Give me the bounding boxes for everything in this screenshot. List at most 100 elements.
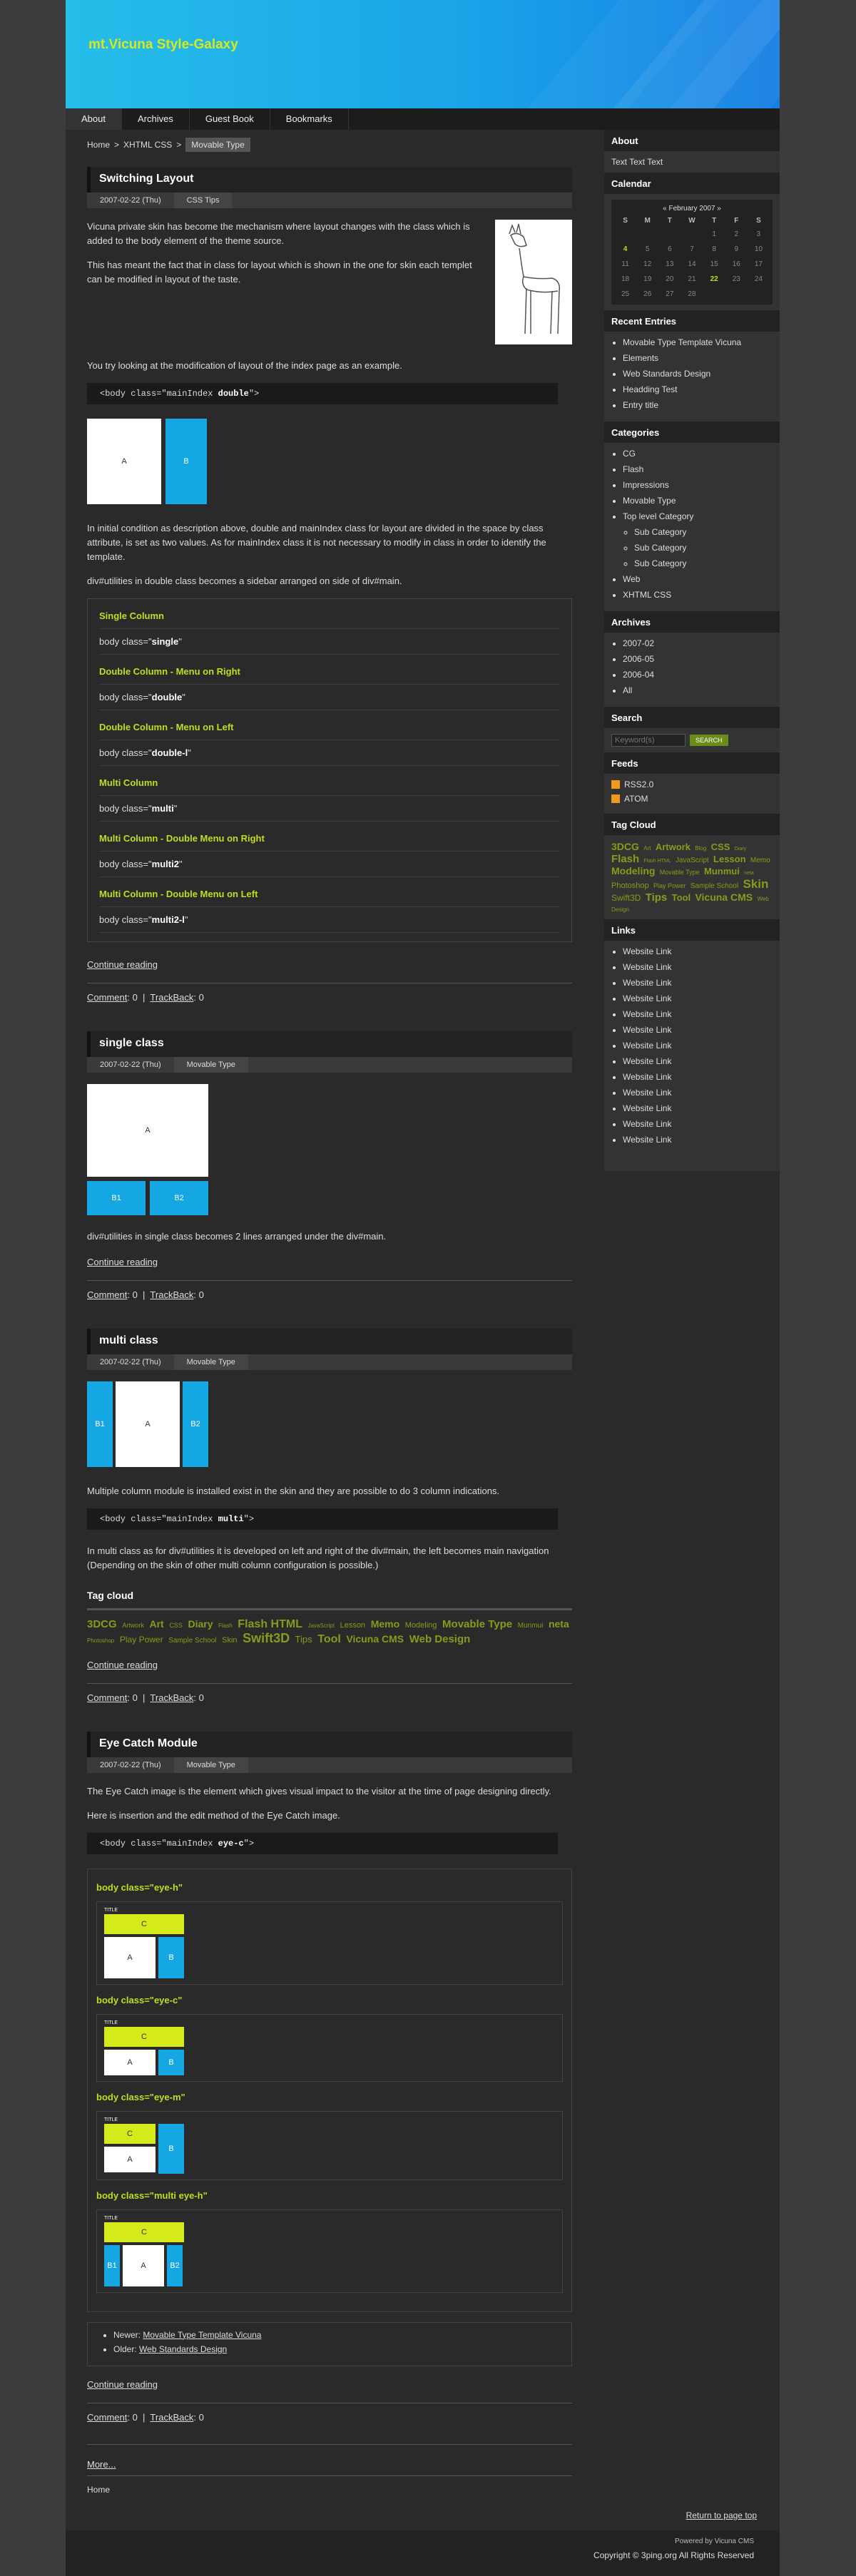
tag-link[interactable]: Flash HTML (644, 859, 671, 864)
tag-link[interactable]: Sample School (168, 1637, 216, 1645)
breadcrumb-home[interactable]: Home (87, 140, 110, 150)
entry-category[interactable]: Movable Type (173, 1757, 248, 1773)
trackback-link[interactable]: TrackBack (150, 1692, 193, 1703)
entry-title[interactable]: multi class (87, 1329, 572, 1354)
tag-link[interactable]: Lesson (340, 1621, 365, 1630)
tag-link[interactable]: Modeling (611, 865, 655, 876)
feed-rss[interactable]: RSS2.0 (611, 780, 773, 789)
tag-link[interactable]: Blog (695, 845, 706, 852)
recent-entry-item[interactable]: Web Standards Design (623, 369, 773, 379)
tag-link[interactable]: Photoshop (87, 1637, 114, 1644)
website-link-item[interactable]: Website Link (623, 1088, 773, 1098)
website-link-item[interactable]: Website Link (623, 993, 773, 1003)
comment-link[interactable]: Comment (87, 2412, 127, 2423)
website-link-item[interactable]: Website Link (623, 946, 773, 956)
tag-link[interactable]: Skin (743, 877, 768, 891)
tag-link[interactable]: Movable Type (660, 869, 700, 876)
recent-entry-item[interactable]: Movable Type Template Vicuna (623, 337, 773, 347)
continue-reading-link[interactable]: Continue reading (87, 2379, 572, 2390)
category-item[interactable]: Flash (623, 464, 773, 474)
tag-link[interactable]: Swift3D (243, 1631, 290, 1645)
tag-link[interactable]: CSS (169, 1622, 183, 1629)
calendar-prev[interactable]: « (663, 205, 667, 213)
continue-reading-link[interactable]: Continue reading (87, 1257, 572, 1267)
subcategory-item[interactable]: Sub Category (634, 558, 773, 568)
newer-entry-link[interactable]: Movable Type Template Vicuna (143, 2330, 261, 2340)
entry-title[interactable]: Eye Catch Module (87, 1731, 572, 1757)
tag-link[interactable]: Modeling (405, 1621, 437, 1630)
tag-link[interactable]: JavaScript (676, 857, 709, 864)
tag-link[interactable]: Photoshop (611, 881, 649, 890)
entry-title[interactable]: single class (87, 1031, 572, 1057)
tag-link[interactable]: Tips (295, 1634, 312, 1645)
tag-link[interactable]: Art (149, 1618, 163, 1630)
archive-item[interactable]: 2006-05 (623, 654, 773, 664)
subcategory-item[interactable]: Sub Category (634, 527, 773, 537)
tag-link[interactable]: Munmui (518, 1622, 544, 1630)
home-link[interactable]: Home (87, 2485, 110, 2495)
website-link-item[interactable]: Website Link (623, 1009, 773, 1019)
tag-link[interactable]: neta (549, 1618, 569, 1630)
tag-link[interactable]: Play Power (653, 882, 686, 889)
tag-link[interactable]: Munmui (704, 866, 740, 876)
entry-category[interactable]: Movable Type (173, 1354, 248, 1370)
category-item[interactable]: Movable Type (623, 496, 773, 506)
tag-link[interactable]: Sample School (691, 882, 738, 890)
tag-link[interactable]: Art (643, 845, 651, 852)
continue-reading-link[interactable]: Continue reading (87, 959, 572, 970)
tag-link[interactable]: Play Power (120, 1635, 163, 1645)
search-input[interactable] (611, 734, 686, 747)
calendar-next[interactable]: » (717, 205, 721, 213)
feed-atom[interactable]: ATOM (611, 794, 773, 804)
website-link-item[interactable]: Website Link (623, 1041, 773, 1051)
tag-link[interactable]: Tool (672, 892, 691, 903)
tag-link[interactable]: Vicuna CMS (346, 1633, 404, 1645)
tag-link[interactable]: 3DCG (87, 1618, 117, 1630)
breadcrumb-parent[interactable]: XHTML CSS (123, 140, 172, 150)
tag-link[interactable]: Flash (218, 1622, 233, 1629)
calendar-day[interactable]: 4 (614, 242, 636, 257)
archive-item[interactable]: 2007-02 (623, 638, 773, 648)
nav-guestbook[interactable]: Guest Book (190, 108, 270, 130)
tag-link[interactable]: Artwork (656, 842, 691, 852)
trackback-link[interactable]: TrackBack (150, 1289, 193, 1300)
website-link-item[interactable]: Website Link (623, 1056, 773, 1066)
tag-link[interactable]: Diary (735, 847, 746, 852)
website-link-item[interactable]: Website Link (623, 1103, 773, 1113)
tag-link[interactable]: Skin (222, 1636, 237, 1645)
tag-link[interactable]: 3DCG (611, 841, 639, 852)
tag-link[interactable]: Movable Type (442, 1618, 512, 1630)
tag-link[interactable]: Flash HTML (238, 1618, 302, 1630)
tag-link[interactable]: neta (744, 871, 754, 876)
archive-item[interactable]: All (623, 685, 773, 695)
website-link-item[interactable]: Website Link (623, 962, 773, 972)
archive-item[interactable]: 2006-04 (623, 670, 773, 680)
recent-entry-item[interactable]: Elements (623, 353, 773, 363)
website-link-item[interactable]: Website Link (623, 1072, 773, 1082)
nav-about[interactable]: About (66, 108, 122, 130)
older-entry-link[interactable]: Web Standards Design (139, 2344, 227, 2354)
trackback-link[interactable]: TrackBack (150, 2412, 193, 2423)
website-link-item[interactable]: Website Link (623, 1025, 773, 1035)
tag-link[interactable]: Tips (646, 891, 668, 904)
entry-category[interactable]: Movable Type (173, 1057, 248, 1073)
tag-link[interactable]: Diary (188, 1618, 213, 1630)
category-item[interactable]: XHTML CSS (623, 590, 773, 600)
nav-archives[interactable]: Archives (122, 108, 190, 130)
comment-link[interactable]: Comment (87, 1692, 127, 1703)
website-link-item[interactable]: Website Link (623, 978, 773, 988)
tag-link[interactable]: Vicuna CMS (695, 891, 753, 903)
category-item[interactable]: Impressions (623, 480, 773, 490)
more-link[interactable]: More... (87, 2459, 572, 2470)
tag-link[interactable]: Flash (611, 853, 639, 865)
comment-link[interactable]: Comment (87, 992, 127, 1003)
tag-link[interactable]: Memo (371, 1618, 399, 1630)
tag-link[interactable]: Lesson (713, 854, 746, 864)
subcategory-item[interactable]: Sub Category (634, 543, 773, 553)
search-button[interactable]: SEARCH (690, 735, 728, 746)
return-to-top-link[interactable]: Return to page top (686, 2510, 757, 2520)
continue-reading-link[interactable]: Continue reading (87, 1660, 572, 1670)
entry-category[interactable]: CSS Tips (173, 193, 233, 208)
tag-link[interactable]: Tool (317, 1633, 341, 1645)
tag-link[interactable]: Swift3D (611, 893, 641, 903)
